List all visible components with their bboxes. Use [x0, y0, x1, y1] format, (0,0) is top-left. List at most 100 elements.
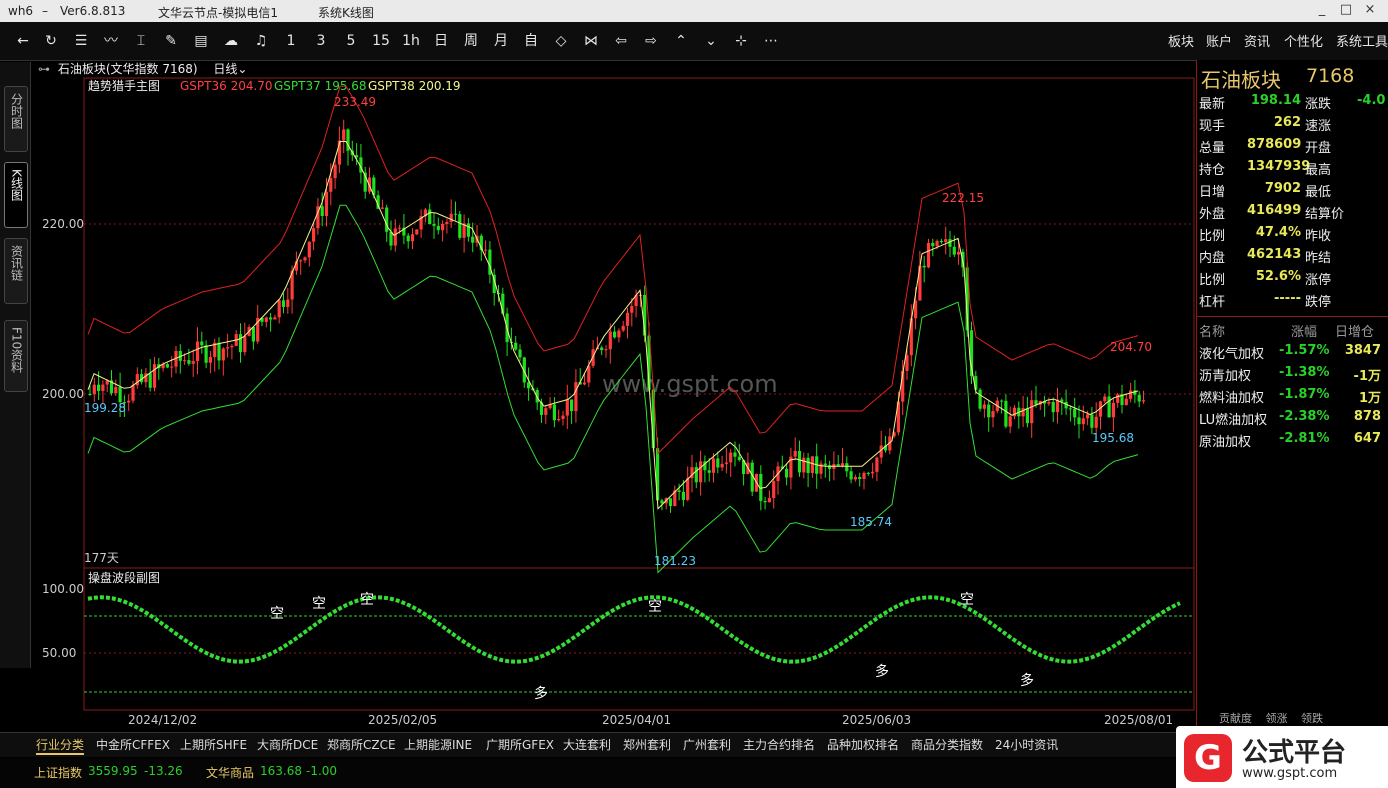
- candle-body: [514, 342, 518, 350]
- period-15min[interactable]: 15: [372, 30, 390, 52]
- quote-symbol-name: 石油板块: [1201, 68, 1281, 92]
- more-icon[interactable]: ⋯: [762, 30, 780, 52]
- alarm-bell-icon[interactable]: ♫: [252, 30, 270, 52]
- line-chart-icon[interactable]: 〰: [102, 30, 120, 52]
- tab-news-chain[interactable]: 资讯链: [4, 238, 28, 304]
- candle-body: [574, 382, 578, 412]
- candle-body: [217, 342, 221, 361]
- period-1h[interactable]: 1h: [402, 30, 420, 52]
- menu-system-tools[interactable]: 系统工具: [1336, 31, 1388, 50]
- minimize-button[interactable]: _: [1310, 2, 1334, 20]
- candle-body: [286, 299, 290, 307]
- period-5min[interactable]: 5: [342, 30, 360, 52]
- x-tick-3: 2025/04/01: [602, 713, 671, 727]
- expand-up-icon[interactable]: ⌃: [672, 30, 690, 52]
- menu-sector[interactable]: 板块: [1168, 31, 1194, 50]
- candle-body: [1030, 400, 1034, 424]
- zoom-in-icon[interactable]: ◇: [552, 30, 570, 52]
- tab-timeshare[interactable]: 分时图: [4, 86, 28, 152]
- candle-body: [991, 411, 995, 418]
- menu-personalize[interactable]: 个性化: [1284, 31, 1323, 50]
- candle-body: [552, 404, 556, 421]
- candle-body: [677, 490, 681, 492]
- scroll-right-icon[interactable]: ⇨: [642, 30, 660, 52]
- period-month[interactable]: 月: [492, 30, 510, 52]
- market-tab[interactable]: 上期能源INE: [404, 736, 472, 753]
- market-tab[interactable]: 中金所CFFEX: [96, 736, 170, 753]
- tab-kline[interactable]: K线图: [4, 162, 28, 228]
- list-item[interactable]: 沥青加权 -1.38% -1万: [1197, 362, 1388, 384]
- kline-chart[interactable]: 220.00 200.00 100.00 50.00 趋势猎手主图 GSPT36…: [32, 60, 1195, 730]
- expand-down-icon[interactable]: ⌄: [702, 30, 720, 52]
- market-tab[interactable]: 大连套利: [563, 736, 611, 753]
- candle-body: [905, 355, 909, 371]
- quote-label: 最新: [1199, 97, 1226, 112]
- candle-body: [836, 464, 840, 466]
- market-tab[interactable]: 24小时资讯: [995, 736, 1058, 753]
- tab-leading-down[interactable]: 领跌: [1301, 712, 1323, 725]
- sub-indicator-label[interactable]: 操盘波段副图: [88, 570, 160, 585]
- market-tab[interactable]: 广期所GFEX: [486, 736, 554, 753]
- back-arrow-icon[interactable]: ←: [14, 30, 32, 52]
- refresh-icon[interactable]: ↻: [42, 30, 60, 52]
- index2-name: 文华商品: [206, 766, 255, 780]
- quote-symbol-code: 7168: [1306, 65, 1355, 87]
- cloud-icon[interactable]: ☁: [222, 30, 240, 52]
- market-tab[interactable]: 主力合约排名: [743, 736, 815, 753]
- quote-label: 日增: [1199, 185, 1226, 200]
- menu-account[interactable]: 账户: [1206, 31, 1232, 50]
- list-item[interactable]: 液化气加权 -1.57% 3847: [1197, 340, 1388, 362]
- list-item[interactable]: 原油加权 -2.81% 647: [1197, 428, 1388, 450]
- custom-period-icon[interactable]: 自: [522, 30, 540, 52]
- close-button[interactable]: ×: [1358, 2, 1382, 20]
- left-view-tabs: 分时图 K线图 资讯链 F10资料: [0, 62, 31, 668]
- y-tick-220: 220.00: [42, 217, 84, 231]
- list-view-icon[interactable]: ☰: [72, 30, 90, 52]
- main-indicator-label[interactable]: 趋势猎手主图: [88, 79, 160, 93]
- tab-leading-up[interactable]: 领涨: [1266, 712, 1288, 725]
- market-tab[interactable]: 广州套利: [683, 736, 731, 753]
- candle-body: [449, 213, 453, 223]
- period-week[interactable]: 周: [462, 30, 480, 52]
- crosshair-icon[interactable]: ⊹: [732, 30, 750, 52]
- quote-label: 外盘: [1199, 207, 1226, 222]
- market-tab[interactable]: 行业分类: [36, 736, 85, 755]
- report-icon[interactable]: ▤: [192, 30, 210, 52]
- candle-body: [845, 463, 849, 472]
- market-tab[interactable]: 大商所DCE: [257, 736, 318, 753]
- candle-body: [1081, 418, 1085, 425]
- period-day[interactable]: 日: [432, 30, 450, 52]
- period-3min[interactable]: 3: [312, 30, 330, 52]
- x-tick-5: 2025/08/01: [1104, 713, 1173, 727]
- zoom-out-icon[interactable]: ⋈: [582, 30, 600, 52]
- market-tab[interactable]: 郑商所CZCE: [327, 736, 396, 753]
- long-mark-3: 多: [1020, 672, 1034, 689]
- market-tab[interactable]: 郑州套利: [623, 736, 671, 753]
- price-low-label-4: 181.23: [654, 554, 696, 568]
- list-item[interactable]: 燃料油加权 -1.87% 1万: [1197, 384, 1388, 406]
- menu-news[interactable]: 资讯: [1244, 31, 1270, 50]
- candle-body: [686, 478, 690, 500]
- list-item[interactable]: LU燃油加权 -2.38% 878: [1197, 406, 1388, 428]
- candle-body: [625, 312, 630, 326]
- candle-body: [320, 206, 324, 217]
- index2-change: -1.00: [306, 764, 338, 778]
- chart-area[interactable]: 220.00 200.00 100.00 50.00 趋势猎手主图 GSPT36…: [32, 60, 1195, 730]
- candle-body: [948, 239, 952, 247]
- market-tab[interactable]: 上期所SHFE: [180, 736, 247, 753]
- tab-contribution[interactable]: 贡献度: [1219, 712, 1252, 725]
- maximize-button[interactable]: □: [1334, 2, 1358, 20]
- quote-value: 878609: [1247, 137, 1302, 152]
- candle-body: [299, 260, 303, 262]
- draw-tool-icon[interactable]: ✎: [162, 30, 180, 52]
- market-tab[interactable]: 品种加权排名: [827, 736, 899, 753]
- market-tab[interactable]: 商品分类指数: [911, 736, 983, 753]
- period-1min[interactable]: 1: [282, 30, 300, 52]
- candle-body: [191, 361, 195, 364]
- scroll-left-icon[interactable]: ⇦: [612, 30, 630, 52]
- tab-f10[interactable]: F10资料: [4, 320, 28, 392]
- candlestick-icon[interactable]: ⌶: [132, 30, 150, 52]
- candle-body: [398, 227, 402, 229]
- price-high-label-1: 233.49: [334, 95, 376, 109]
- quote-label-2: 速涨: [1305, 119, 1332, 134]
